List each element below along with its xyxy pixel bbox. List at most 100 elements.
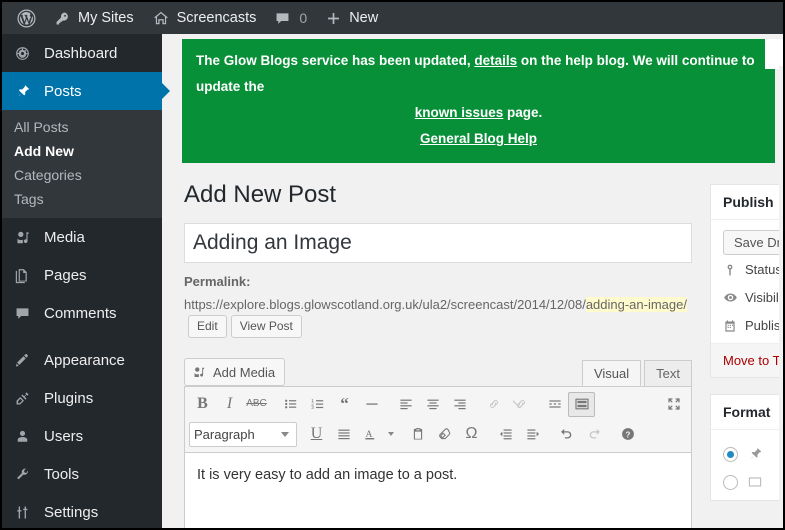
sidebar-item-posts[interactable]: Posts [2, 72, 162, 110]
redo-icon[interactable] [580, 422, 607, 447]
paragraph-style-select[interactable]: Paragraph [189, 422, 297, 447]
post-content-text: It is very easy to add an image to a pos… [197, 467, 457, 483]
sidebar-item-dashboard[interactable]: Dashboard [2, 34, 162, 72]
justify-icon[interactable] [330, 422, 357, 447]
sidebar-label-appearance: Appearance [44, 352, 125, 369]
sidebar-item-plugins[interactable]: Plugins [2, 379, 162, 417]
plugins-plug-icon [14, 390, 36, 407]
sidebar-item-pages[interactable]: Pages [2, 256, 162, 294]
text-color-icon[interactable]: A [357, 422, 384, 447]
wordpress-admin-screen: My Sites Screencasts 0 New Dashbo [0, 0, 785, 530]
align-center-icon[interactable] [419, 392, 446, 417]
add-media-button[interactable]: Add Media [184, 358, 285, 386]
numbered-list-icon[interactable]: 123 [304, 392, 331, 417]
strikethrough-icon[interactable]: ABC [243, 392, 270, 417]
chevron-down-icon [281, 432, 289, 437]
submenu-item-categories[interactable]: Categories [2, 163, 162, 187]
sidebar-label-settings: Settings [44, 504, 98, 521]
publish-status-label: Status [745, 262, 782, 277]
my-sites-menu[interactable]: My Sites [45, 2, 143, 34]
sidebar-label-tools: Tools [44, 466, 79, 483]
notice-page-text: page. [503, 105, 542, 120]
sidebar-item-settings[interactable]: Settings [2, 493, 162, 530]
indent-icon[interactable] [519, 422, 546, 447]
fullscreen-icon[interactable] [660, 392, 687, 417]
format-option-aside[interactable] [723, 468, 783, 496]
save-draft-button[interactable]: Save Draft [723, 230, 783, 255]
new-content-label: New [349, 10, 378, 26]
bold-icon[interactable]: B [189, 392, 216, 417]
site-name-menu[interactable]: Screencasts [143, 2, 266, 34]
users-icon [14, 428, 36, 445]
glow-blogs-notice: The Glow Blogs service has been updated,… [182, 39, 775, 163]
toggle-toolbar-icon[interactable] [568, 392, 595, 417]
format-radio-standard[interactable] [723, 447, 738, 462]
sidebar-item-users[interactable]: Users [2, 417, 162, 455]
text-color-dropdown-icon[interactable] [384, 422, 397, 447]
view-post-button[interactable]: View Post [231, 315, 302, 338]
insert-read-more-icon[interactable] [541, 392, 568, 417]
publish-box: Publish Save Draft Status Visibility [710, 184, 783, 378]
notice-line-2: known issues page. [196, 100, 761, 126]
format-option-standard[interactable] [723, 440, 783, 468]
permalink-label: Permalink: [184, 272, 704, 292]
tools-wrench-icon [14, 466, 36, 483]
sidebar-item-comments[interactable]: Comments [2, 294, 162, 332]
new-content-menu[interactable]: New [316, 2, 387, 34]
admin-sidebar-menu: Dashboard Posts All Posts Add New Catego… [2, 34, 162, 528]
insert-link-icon[interactable] [480, 392, 507, 417]
tab-text[interactable]: Text [644, 360, 692, 386]
format-box-body [711, 430, 783, 500]
content-right-edge [779, 66, 783, 528]
post-content-editor-body[interactable]: It is very easy to add an image to a pos… [184, 453, 692, 528]
horizontal-rule-icon[interactable] [358, 392, 385, 417]
paste-as-text-icon[interactable] [404, 422, 431, 447]
sidebar-label-comments: Comments [44, 305, 117, 322]
permalink-url[interactable]: https://explore.blogs.glowscotland.org.u… [184, 297, 687, 312]
special-character-icon[interactable]: Ω [458, 422, 485, 447]
wordpress-logo-menu[interactable] [8, 2, 45, 34]
submenu-item-add-new[interactable]: Add New [2, 139, 162, 163]
bulleted-list-icon[interactable] [277, 392, 304, 417]
submenu-item-tags[interactable]: Tags [2, 187, 162, 211]
italic-icon[interactable]: I [216, 392, 243, 417]
add-media-label: Add Media [213, 365, 275, 380]
pin-status-icon [723, 263, 745, 277]
outdent-icon[interactable] [492, 422, 519, 447]
align-left-icon[interactable] [392, 392, 419, 417]
blockquote-icon[interactable]: “ [331, 392, 358, 417]
add-media-icon [192, 365, 207, 380]
editor-toolbar-row-2: Paragraph U A [189, 419, 687, 449]
notice-general-blog-help-link[interactable]: General Blog Help [420, 131, 537, 146]
sidebar-item-tools[interactable]: Tools [2, 455, 162, 493]
format-radio-aside[interactable] [723, 475, 738, 490]
align-right-icon[interactable] [446, 392, 473, 417]
publish-visibility-row[interactable]: Visibility [723, 283, 783, 311]
move-to-trash-link[interactable]: Move to Trash [723, 353, 783, 368]
notice-known-issues-link[interactable]: known issues [415, 105, 504, 120]
comments-menu[interactable]: 0 [265, 2, 316, 34]
editor-toolbar-row-1: B I ABC 123 “ [189, 389, 687, 419]
submenu-item-all-posts[interactable]: All Posts [2, 115, 162, 139]
notice-details-link[interactable]: details [474, 53, 517, 68]
svg-text:?: ? [625, 430, 630, 439]
edit-permalink-button[interactable]: Edit [188, 315, 227, 338]
format-box-title: Format [711, 395, 783, 430]
editor-right-column: Publish Save Draft Status Visibility [710, 184, 783, 517]
sidebar-separator [2, 332, 162, 341]
post-title-wrap [184, 223, 692, 263]
publish-date-row[interactable]: Publish [723, 311, 783, 339]
underline-icon[interactable]: U [303, 422, 330, 447]
publish-status-row[interactable]: Status [723, 255, 783, 283]
comment-count: 0 [299, 10, 307, 26]
tab-visual[interactable]: Visual [582, 360, 641, 386]
sidebar-item-appearance[interactable]: Appearance [2, 341, 162, 379]
keyboard-shortcuts-help-icon[interactable]: ? [614, 422, 641, 447]
unlink-icon[interactable] [507, 392, 534, 417]
clear-formatting-icon[interactable] [431, 422, 458, 447]
undo-icon[interactable] [553, 422, 580, 447]
sidebar-item-media[interactable]: Media [2, 218, 162, 256]
sidebar-label-media: Media [44, 229, 85, 246]
post-title-input[interactable] [184, 223, 692, 263]
paragraph-style-value: Paragraph [194, 427, 255, 442]
